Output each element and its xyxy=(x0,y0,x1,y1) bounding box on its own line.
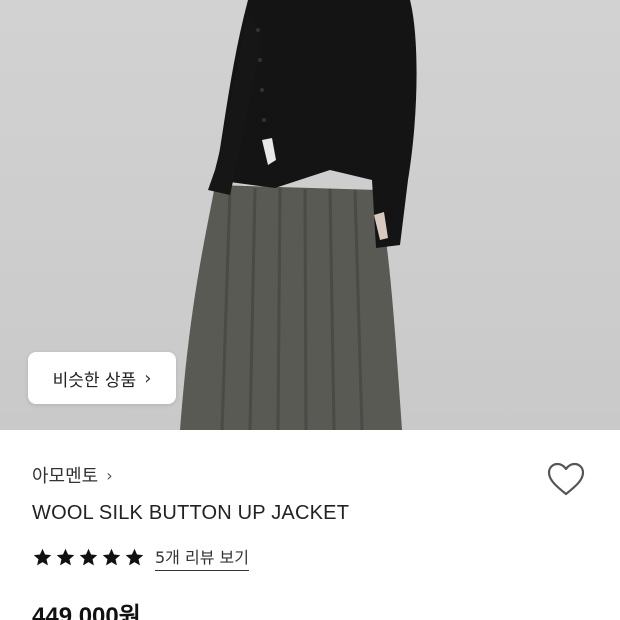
similar-products-label: 비슷한 상품 xyxy=(52,370,137,391)
chevron-right-icon: › xyxy=(106,465,113,485)
star-icon xyxy=(56,548,75,566)
brand-name: 아모멘토 xyxy=(32,466,99,487)
product-info-panel xyxy=(0,430,620,620)
star-icon xyxy=(79,548,98,566)
star-icon xyxy=(125,548,144,566)
star-icon xyxy=(33,548,52,566)
chevron-right-icon: › xyxy=(144,367,152,389)
product-hero-image[interactable]: 비슷한 상품 › xyxy=(0,0,620,430)
star-rating xyxy=(32,547,145,568)
heart-outline-icon xyxy=(547,462,585,496)
wishlist-button[interactable] xyxy=(546,460,586,500)
product-price: 449,000원 xyxy=(32,603,141,620)
rating-row: 5개 리뷰 보기 xyxy=(32,544,249,571)
star-icon xyxy=(102,548,121,566)
similar-products-button[interactable]: 비슷한 상품 › xyxy=(28,352,176,404)
review-link[interactable]: 5개 리뷰 보기 xyxy=(155,544,249,571)
brand-link[interactable]: 아모멘토 › xyxy=(32,462,113,488)
product-title: WOOL SILK BUTTON UP JACKET xyxy=(32,502,350,524)
